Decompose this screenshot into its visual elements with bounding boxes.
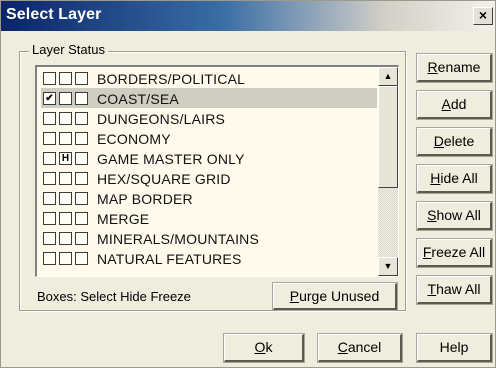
cancel-button[interactable]: Cancel: [318, 334, 402, 362]
freeze-all-button[interactable]: Freeze All: [417, 239, 492, 267]
hide-checkbox[interactable]: [59, 132, 72, 145]
ok-button[interactable]: Ok: [224, 334, 304, 362]
hide-checkbox[interactable]: [59, 92, 72, 105]
layer-name: HEX/SQUARE GRID: [97, 171, 231, 187]
hide-checkbox[interactable]: [59, 192, 72, 205]
title-bar[interactable]: Select Layer ×: [1, 1, 495, 31]
show-all-button[interactable]: Show All: [417, 202, 492, 230]
freeze-checkbox[interactable]: [75, 152, 88, 165]
layer-row[interactable]: MERGE: [41, 208, 377, 228]
layer-name: ECONOMY: [97, 131, 171, 147]
layer-list[interactable]: BORDERS/POLITICAL ✔ COAST/SEA DUNGEONS/L…: [35, 65, 399, 277]
layer-name: COAST/SEA: [97, 91, 179, 107]
hide-mark-icon: H: [61, 153, 70, 164]
rename-hotkey: R: [427, 59, 438, 75]
window-title: Select Layer: [6, 6, 102, 23]
purge-unused-button[interactable]: Purge Unused: [273, 283, 397, 310]
ok-hotkey: O: [254, 339, 266, 355]
hide-checkbox[interactable]: [59, 172, 72, 185]
select-checkbox[interactable]: [43, 72, 56, 85]
checkmark-icon: ✔: [45, 93, 54, 104]
freeze-checkbox[interactable]: [75, 252, 88, 265]
add-button[interactable]: Add: [417, 91, 492, 119]
scroll-thumb[interactable]: [378, 86, 398, 188]
freeze-checkbox[interactable]: [75, 232, 88, 245]
delete-hotkey: D: [433, 133, 444, 149]
cancel-label: ancel: [347, 339, 382, 355]
purge-label: urge Unused: [299, 288, 380, 304]
freeze-checkbox[interactable]: [75, 132, 88, 145]
close-icon[interactable]: ×: [473, 7, 493, 25]
layer-row[interactable]: ECONOMY: [41, 128, 377, 148]
hide-checkbox[interactable]: [59, 252, 72, 265]
rename-label: ename: [437, 59, 481, 75]
hide-all-label: ide All: [440, 170, 478, 186]
layer-row[interactable]: MAP BORDER: [41, 188, 377, 208]
thaw-all-label: haw All: [436, 281, 481, 297]
add-hotkey: A: [441, 96, 451, 112]
freeze-checkbox[interactable]: [75, 72, 88, 85]
select-checkbox[interactable]: [43, 252, 56, 265]
select-layer-dialog: Select Layer × Layer Status BORDERS/POLI…: [0, 0, 496, 368]
purge-hotkey: P: [289, 288, 300, 304]
select-checkbox[interactable]: [43, 132, 56, 145]
layer-row[interactable]: BORDERS/POLITICAL: [41, 68, 377, 88]
freeze-checkbox[interactable]: [75, 172, 88, 185]
delete-label: elete: [443, 133, 475, 149]
hide-checkbox[interactable]: [59, 232, 72, 245]
boxes-legend: Boxes: Select Hide Freeze: [37, 289, 191, 304]
delete-button[interactable]: Delete: [417, 128, 492, 156]
layer-name: GAME MASTER ONLY: [97, 151, 245, 167]
freeze-all-label: reeze All: [431, 244, 486, 260]
select-checkbox[interactable]: [43, 112, 56, 125]
scroll-up-icon[interactable]: ▲: [378, 67, 398, 86]
select-checkbox[interactable]: [43, 192, 56, 205]
vertical-scrollbar[interactable]: ▲ ▼: [378, 67, 398, 276]
hide-checkbox[interactable]: [59, 212, 72, 225]
select-checkbox[interactable]: [43, 172, 56, 185]
show-all-label: how All: [436, 207, 481, 223]
layer-name: MINERALS/MOUNTAINS: [97, 231, 260, 247]
layer-status-legend: Layer Status: [29, 42, 108, 57]
thaw-all-hotkey: T: [427, 281, 437, 297]
layer-row[interactable]: NATURAL FEATURES: [41, 248, 377, 268]
hide-all-hotkey: H: [430, 170, 441, 186]
freeze-checkbox[interactable]: [75, 92, 88, 105]
ok-label: k: [265, 339, 273, 355]
freeze-checkbox[interactable]: [75, 192, 88, 205]
hide-checkbox[interactable]: [59, 72, 72, 85]
hide-checkbox[interactable]: [59, 112, 72, 125]
rename-button[interactable]: Rename: [417, 54, 492, 82]
cancel-hotkey: C: [337, 339, 348, 355]
layer-row[interactable]: DUNGEONS/LAIRS: [41, 108, 377, 128]
freeze-checkbox[interactable]: [75, 212, 88, 225]
layer-name: BORDERS/POLITICAL: [97, 71, 246, 87]
scroll-down-icon[interactable]: ▼: [378, 257, 398, 276]
select-checkbox[interactable]: [43, 212, 56, 225]
layer-row[interactable]: MINERALS/MOUNTAINS: [41, 228, 377, 248]
layer-row[interactable]: ✔ COAST/SEA: [41, 88, 377, 108]
layer-name: DUNGEONS/LAIRS: [97, 111, 226, 127]
layer-name: MERGE: [97, 211, 150, 227]
thaw-all-button[interactable]: Thaw All: [417, 276, 492, 304]
select-checkbox[interactable]: [43, 232, 56, 245]
freeze-checkbox[interactable]: [75, 112, 88, 125]
hide-all-button[interactable]: Hide All: [417, 165, 492, 193]
hide-checkbox[interactable]: H: [59, 152, 72, 165]
select-checkbox[interactable]: ✔: [43, 92, 56, 105]
help-button[interactable]: Help: [417, 334, 492, 362]
layer-name: MAP BORDER: [97, 191, 193, 207]
add-label: dd: [450, 96, 467, 112]
layer-row[interactable]: H GAME MASTER ONLY: [41, 148, 377, 168]
layer-name: NATURAL FEATURES: [97, 251, 242, 267]
select-checkbox[interactable]: [43, 152, 56, 165]
layer-row[interactable]: HEX/SQUARE GRID: [41, 168, 377, 188]
